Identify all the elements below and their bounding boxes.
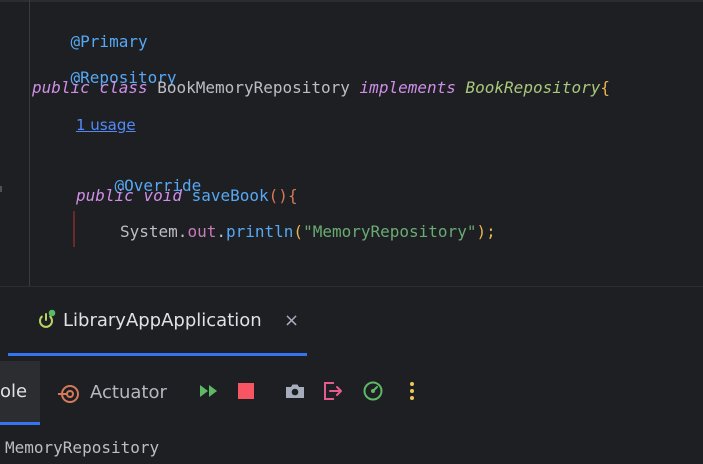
close-tab-button[interactable]: × (284, 308, 299, 334)
console-tab-label: ole (0, 381, 28, 402)
keyword-public: public (76, 186, 134, 205)
rerun-icon[interactable] (197, 379, 221, 403)
gauge-icon[interactable] (361, 379, 385, 403)
power-run-icon (39, 309, 56, 328)
out-field: out (187, 222, 217, 241)
run-config-label: LibraryAppApplication (63, 310, 262, 331)
gutter-marker (0, 186, 2, 192)
actuator-tab[interactable]: Actuator (90, 380, 167, 406)
editor-top-border (0, 0, 703, 2)
method-name: saveBook (191, 186, 269, 205)
console-output-line: MemoryRepository (5, 438, 160, 457)
actuator-icon (58, 385, 79, 403)
code-editor[interactable]: @Primary @Repository public class BookMe… (0, 0, 703, 286)
keyword-void: void (143, 186, 182, 205)
system-class: System. (120, 222, 188, 241)
interface-name: BookRepository (465, 78, 601, 97)
code-line-primary-annotation[interactable]: @Primary (32, 3, 148, 51)
code-line-class-declaration[interactable]: public class BookMemoryRepository implem… (32, 75, 610, 101)
method-open-brace: { (287, 186, 298, 205)
camera-icon[interactable] (283, 379, 307, 403)
run-tool-window: LibraryAppApplication × ole Actuator Mem… (0, 286, 703, 464)
console-tab-indicator (0, 422, 40, 425)
class-name: BookMemoryRepository (157, 78, 350, 97)
open-paren: ( (293, 222, 304, 241)
active-tab-indicator (8, 353, 307, 356)
block-scope-indicator (73, 211, 75, 247)
string-literal: "MemoryRepository" (303, 222, 477, 241)
stop-icon[interactable] (234, 379, 258, 403)
class-open-brace: { (600, 78, 611, 97)
dot: . (216, 222, 226, 241)
run-toolbar: ole Actuator (0, 361, 703, 425)
run-config-tab[interactable]: LibraryAppApplication × (8, 287, 307, 357)
usage-hint-link[interactable]: 1 usage (76, 114, 136, 136)
code-line-method-declaration[interactable]: public void saveBook(){ (76, 183, 298, 209)
method-parens: () (268, 186, 288, 205)
console-tab[interactable]: ole (0, 361, 40, 425)
keyword-public: public (32, 78, 90, 97)
code-line-repository-annotation[interactable]: @Repository (32, 39, 177, 87)
code-line-override-annotation[interactable]: @Override (76, 147, 202, 195)
gutter-divider (29, 0, 30, 286)
code-line-println[interactable]: System.out.println("MemoryRepository"); (120, 219, 496, 245)
keyword-class: class (99, 78, 148, 97)
println-method: println (225, 222, 294, 241)
exit-icon[interactable] (321, 379, 345, 403)
code-line-close-brace[interactable]: } (76, 255, 125, 286)
close-paren-semicolon: ); (476, 222, 496, 241)
more-options-icon[interactable] (400, 379, 424, 403)
keyword-implements: implements (359, 78, 456, 97)
